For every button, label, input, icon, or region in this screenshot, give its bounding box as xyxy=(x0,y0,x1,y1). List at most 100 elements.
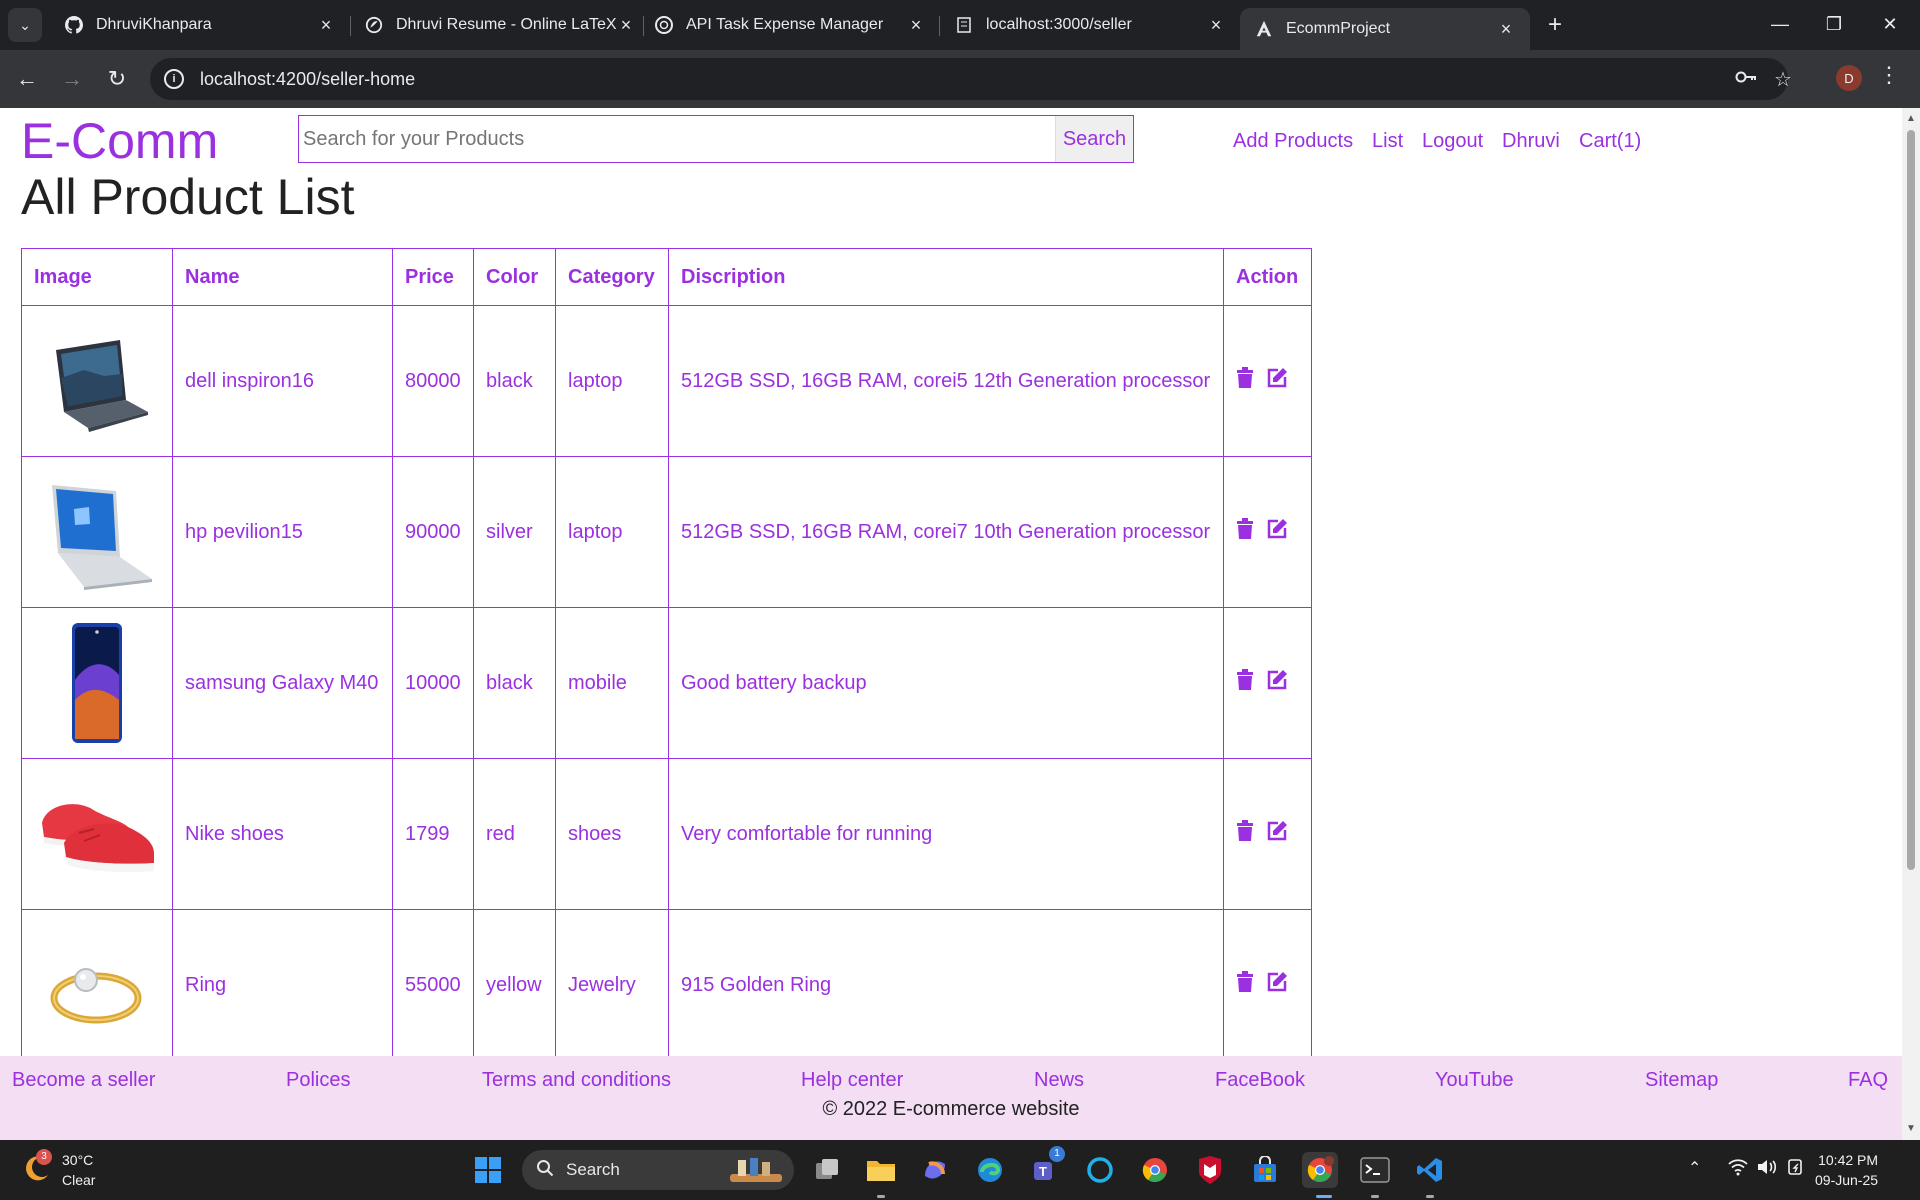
vscode-icon[interactable] xyxy=(1412,1152,1448,1188)
column-header-description: Discription xyxy=(668,248,1224,306)
product-category: mobile xyxy=(555,607,669,759)
product-price: 55000 xyxy=(392,909,474,1061)
edit-icon[interactable] xyxy=(1266,820,1288,848)
terminal-icon[interactable] xyxy=(1357,1152,1393,1188)
footer-link-help-center[interactable]: Help center xyxy=(801,1069,903,1092)
table-row: Nike shoes 1799 red shoes Very comfortab… xyxy=(21,758,1312,910)
product-name: hp pevilion15 xyxy=(172,456,393,608)
close-icon[interactable]: × xyxy=(906,15,926,36)
chrome-icon[interactable] xyxy=(1137,1152,1173,1188)
product-color: yellow xyxy=(473,909,556,1061)
task-view-icon[interactable] xyxy=(809,1152,845,1188)
footer-link-sitemap[interactable]: Sitemap xyxy=(1645,1069,1718,1092)
mcafee-icon[interactable] xyxy=(1192,1152,1228,1188)
bookmark-star-icon[interactable]: ☆ xyxy=(1774,67,1792,92)
windows-start-icon[interactable] xyxy=(470,1152,506,1188)
browser-tab[interactable]: DhruviKhanpara × xyxy=(50,8,350,42)
product-name: samsung Galaxy M40 xyxy=(172,607,393,759)
product-category: Jewelry xyxy=(555,909,669,1061)
close-icon[interactable]: × xyxy=(616,15,636,36)
footer-link-news[interactable]: News xyxy=(1034,1069,1084,1092)
nav-list[interactable]: List xyxy=(1372,130,1403,153)
edge-icon[interactable] xyxy=(972,1152,1008,1188)
delete-icon[interactable] xyxy=(1236,820,1254,848)
chrome-profile-icon[interactable] xyxy=(1302,1152,1338,1188)
edit-icon[interactable] xyxy=(1266,669,1288,697)
delete-icon[interactable] xyxy=(1236,518,1254,546)
scroll-up-arrow-icon[interactable]: ▲ xyxy=(1906,114,1916,124)
profile-avatar[interactable]: D xyxy=(1836,65,1862,91)
footer-link-terms[interactable]: Terms and conditions xyxy=(482,1069,671,1092)
alexa-icon[interactable] xyxy=(1082,1152,1118,1188)
product-description: 915 Golden Ring xyxy=(668,909,1224,1061)
taskbar-search[interactable]: Search xyxy=(522,1150,794,1190)
column-header-action: Action xyxy=(1223,248,1312,306)
tab-title: Dhruvi Resume - Online LaTeX Editor xyxy=(396,16,616,33)
microsoft-store-icon[interactable] xyxy=(1247,1152,1283,1188)
edit-icon[interactable] xyxy=(1266,971,1288,999)
column-header-image: Image xyxy=(21,248,173,306)
restore-window-button[interactable]: ❐ xyxy=(1806,0,1862,48)
table-row: dell inspiron16 80000 black laptop 512GB… xyxy=(21,305,1312,457)
product-price: 90000 xyxy=(392,456,474,608)
shoes-image xyxy=(42,804,154,873)
nav-logout[interactable]: Logout xyxy=(1422,130,1483,153)
delete-icon[interactable] xyxy=(1236,669,1254,697)
volume-icon[interactable] xyxy=(1756,1158,1778,1181)
minimize-window-button[interactable]: — xyxy=(1752,0,1808,48)
copilot-icon[interactable] xyxy=(917,1152,953,1188)
scroll-down-arrow-icon[interactable]: ▼ xyxy=(1906,1124,1916,1134)
delete-icon[interactable] xyxy=(1236,971,1254,999)
search-input[interactable] xyxy=(299,116,1055,162)
battery-icon[interactable] xyxy=(1786,1158,1808,1181)
table-row: Ring 55000 yellow Jewelry 915 Golden Rin… xyxy=(21,909,1312,1061)
scrollbar-thumb[interactable] xyxy=(1907,130,1915,870)
close-icon[interactable]: × xyxy=(1206,15,1226,36)
nav-add-products[interactable]: Add Products xyxy=(1233,130,1353,153)
forward-button[interactable]: → xyxy=(55,62,89,96)
back-button[interactable]: ← xyxy=(10,62,44,96)
close-icon[interactable]: × xyxy=(1496,19,1516,40)
footer-link-become-seller[interactable]: Become a seller xyxy=(12,1069,155,1092)
openai-icon xyxy=(654,15,674,35)
footer-link-faq[interactable]: FAQ xyxy=(1848,1069,1888,1092)
wifi-icon[interactable] xyxy=(1728,1158,1748,1181)
site-info-icon[interactable]: i xyxy=(164,69,184,89)
footer-link-facebook[interactable]: FaceBook xyxy=(1215,1069,1305,1092)
running-indicator xyxy=(1371,1195,1379,1198)
footer-link-youtube[interactable]: YouTube xyxy=(1435,1069,1514,1092)
nav-user-name[interactable]: Dhruvi xyxy=(1502,130,1560,153)
page-title: All Product List xyxy=(21,169,355,225)
file-explorer-icon[interactable] xyxy=(863,1152,899,1188)
edit-icon[interactable] xyxy=(1266,518,1288,546)
new-tab-button[interactable]: + xyxy=(1540,10,1570,40)
edit-icon[interactable] xyxy=(1266,367,1288,395)
page-scrollbar[interactable]: ▲ ▼ xyxy=(1902,108,1920,1140)
system-clock[interactable]: 10:42 PM 09-Jun-25 xyxy=(1815,1150,1878,1190)
close-window-button[interactable]: ✕ xyxy=(1862,0,1918,48)
browser-menu-icon[interactable]: ⋮ xyxy=(1878,62,1900,88)
footer-link-polices[interactable]: Polices xyxy=(286,1069,350,1092)
password-key-icon[interactable] xyxy=(1734,67,1758,93)
browser-tab[interactable]: localhost:3000/seller × xyxy=(940,8,1240,42)
nav-cart[interactable]: Cart(1) xyxy=(1579,130,1641,153)
product-category: laptop xyxy=(555,456,669,608)
search-button[interactable]: Search xyxy=(1055,116,1133,162)
column-header-category: Category xyxy=(555,248,669,306)
show-hidden-icons-chevron-icon[interactable]: ⌃ xyxy=(1688,1158,1701,1178)
address-bar[interactable]: i localhost:4200/seller-home ☆ xyxy=(150,58,1792,100)
site-logo[interactable]: E-Comm xyxy=(21,112,218,170)
delete-icon[interactable] xyxy=(1236,367,1254,395)
weather-moon-icon: 3 xyxy=(22,1148,52,1188)
product-price: 1799 xyxy=(392,758,474,910)
weather-widget[interactable]: 3 30°C Clear xyxy=(22,1148,95,1190)
close-icon[interactable]: × xyxy=(316,15,336,36)
product-color: black xyxy=(473,305,556,457)
browser-tab[interactable]: API Task Expense Manager × xyxy=(640,8,940,42)
browser-tab-active[interactable]: EcommProject × xyxy=(1240,8,1530,50)
tab-search-button[interactable]: ⌄ xyxy=(8,8,42,42)
browser-tab[interactable]: Dhruvi Resume - Online LaTeX Editor × xyxy=(350,8,650,42)
product-image-cell xyxy=(21,758,173,910)
reload-button[interactable]: ↻ xyxy=(100,62,134,96)
teams-icon[interactable]: T 1 xyxy=(1027,1146,1065,1188)
